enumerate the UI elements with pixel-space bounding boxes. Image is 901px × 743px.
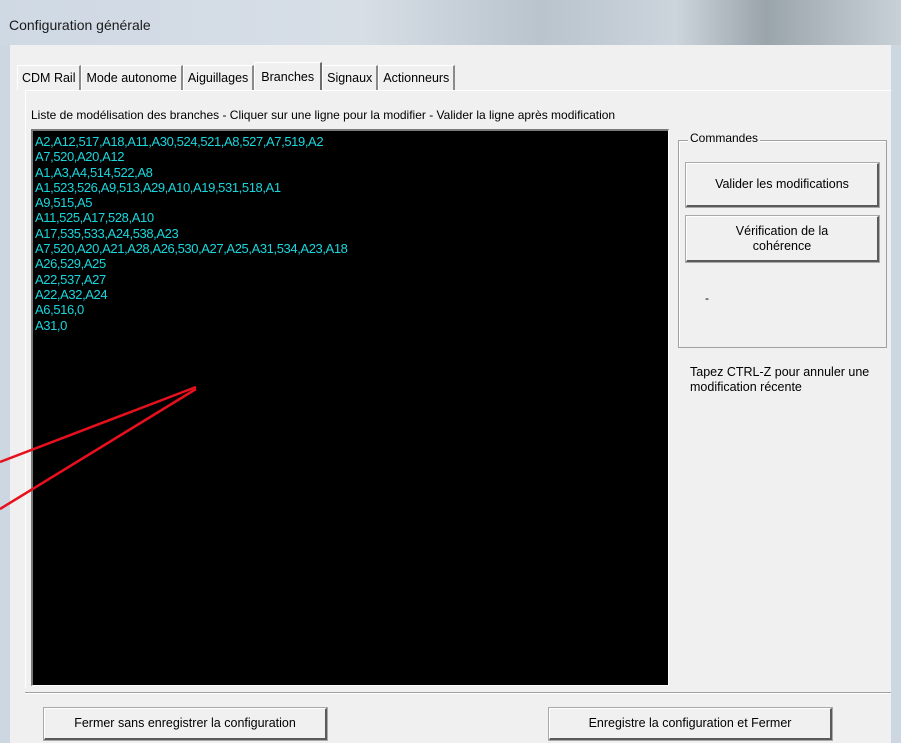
branch-line[interactable]: A6,516,0 <box>35 302 666 317</box>
validate-modifications-button[interactable]: Valider les modifications <box>685 162 880 208</box>
window-frame-right <box>891 45 901 743</box>
tab-bar: CDM Rail Mode autonome Aiguillages Branc… <box>17 62 456 91</box>
undo-hint: Tapez CTRL-Z pour annuler une modificati… <box>690 365 870 394</box>
footer-divider <box>25 692 891 694</box>
branches-caption: Liste de modélisation des branches - Cli… <box>31 108 616 122</box>
branch-line[interactable]: A9,515,A5 <box>35 195 666 210</box>
branch-line[interactable]: A22,A32,A24 <box>35 287 666 302</box>
branch-line[interactable]: A7,520,A20,A21,A28,A26,530,A27,A25,A31,5… <box>35 241 666 256</box>
branch-line[interactable]: A26,529,A25 <box>35 256 666 271</box>
branch-line[interactable]: A7,520,A20,A12 <box>35 149 666 164</box>
check-coherence-button[interactable]: Vérification de la cohérence <box>685 215 880 263</box>
tab-actionneurs[interactable]: Actionneurs <box>378 65 456 90</box>
tab-aiguillages[interactable]: Aiguillages <box>182 65 255 90</box>
branch-line[interactable]: A1,A3,A4,514,522,A8 <box>35 165 666 180</box>
save-and-close-button[interactable]: Enregistre la configuration et Fermer <box>548 707 833 741</box>
window-frame-left <box>0 45 10 743</box>
branches-list[interactable]: A2,A12,517,A18,A11,A30,524,521,A8,527,A7… <box>31 129 669 686</box>
tab-signaux[interactable]: Signaux <box>322 65 379 90</box>
tab-branches[interactable]: Branches <box>254 62 323 91</box>
branch-line[interactable]: A31,0 <box>35 318 666 333</box>
window-title: Configuration générale <box>9 17 151 33</box>
branch-line[interactable]: A2,A12,517,A18,A11,A30,524,521,A8,527,A7… <box>35 134 666 149</box>
branch-line[interactable]: A17,535,533,A24,538,A23 <box>35 226 666 241</box>
title-bar[interactable]: Configuration générale <box>0 0 901 45</box>
branch-line[interactable]: A11,525,A17,528,A10 <box>35 210 666 225</box>
branch-line[interactable]: A1,523,526,A9,513,A29,A10,A19,531,518,A1 <box>35 180 666 195</box>
branch-line[interactable]: A22,537,A27 <box>35 272 666 287</box>
close-without-saving-button[interactable]: Fermer sans enregistrer la configuration <box>43 707 328 741</box>
commands-group-title: Commandes <box>688 131 761 145</box>
tab-mode-autonome[interactable]: Mode autonome <box>81 65 183 90</box>
tab-cdm-rail[interactable]: CDM Rail <box>17 65 82 90</box>
config-window: Configuration générale CDM Rail Mode aut… <box>0 0 901 743</box>
commands-status-text: - <box>705 291 709 305</box>
